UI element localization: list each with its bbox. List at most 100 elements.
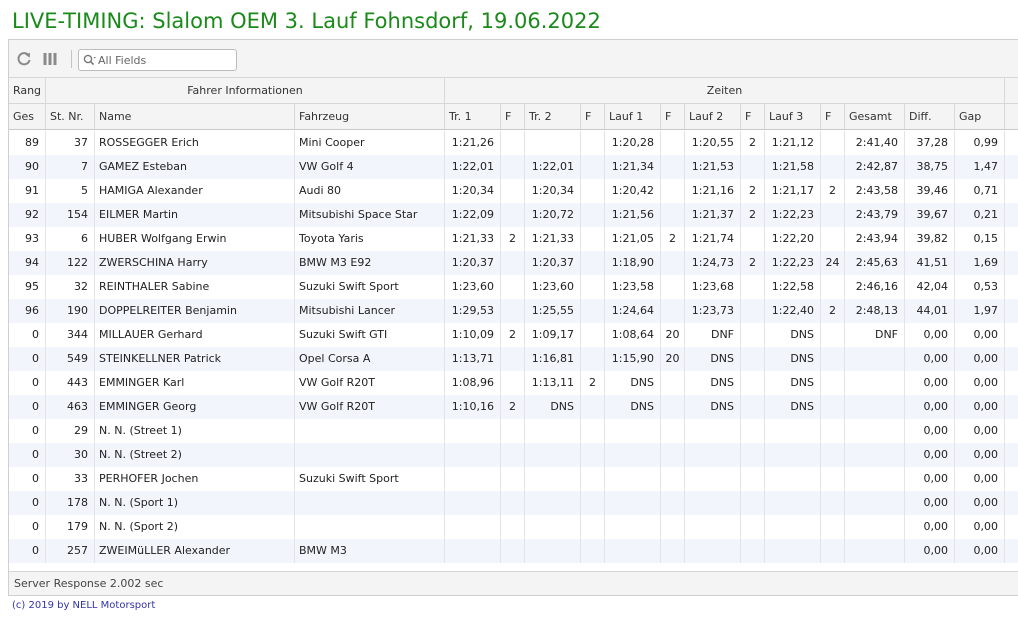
col-f1-cell bbox=[501, 203, 525, 227]
col-lauf2-cell: 1:23,68 bbox=[685, 275, 741, 299]
col-name-cell: ZWERSCHINA Harry bbox=[95, 251, 295, 275]
table-row[interactable]: 94 122 ZWERSCHINA Harry BMW M3 E92 1:20,37 1:… bbox=[9, 251, 1018, 275]
col-diff-cell: 0,00 bbox=[905, 419, 955, 443]
col-gesamt-cell bbox=[845, 515, 905, 539]
col-gesamt-cell bbox=[845, 491, 905, 515]
col-diff-cell: 39,82 bbox=[905, 227, 955, 251]
col-tr1-cell: 1:20,34 bbox=[445, 179, 501, 203]
col-f4-cell bbox=[741, 443, 765, 467]
col-name-cell: N. N. (Sport 1) bbox=[95, 491, 295, 515]
col-f1-cell: 2 bbox=[501, 227, 525, 251]
col-ges-cell: 0 bbox=[9, 539, 46, 563]
col-lauf2-cell bbox=[685, 467, 741, 491]
col-f4-cell bbox=[741, 323, 765, 347]
col-lauf3-cell bbox=[765, 467, 821, 491]
header-name[interactable]: Name bbox=[95, 104, 295, 129]
col-lauf1-cell bbox=[605, 515, 661, 539]
refresh-icon[interactable] bbox=[16, 51, 32, 67]
col-name-cell: MILLAUER Gerhard bbox=[95, 323, 295, 347]
header-lauf3[interactable]: Lauf 3 bbox=[765, 104, 821, 129]
header-diff[interactable]: Diff. bbox=[905, 104, 955, 129]
col-diff-cell: 0,00 bbox=[905, 395, 955, 419]
col-f5-cell: 24 bbox=[821, 251, 845, 275]
col-tr2-cell bbox=[525, 539, 581, 563]
col-fahrzeug-cell: VW Golf R20T bbox=[295, 371, 445, 395]
col-ges-cell: 0 bbox=[9, 323, 46, 347]
col-lauf3-cell: 1:22,40 bbox=[765, 299, 821, 323]
col-st-nr-cell: 179 bbox=[46, 515, 95, 539]
header-gesamt[interactable]: Gesamt bbox=[845, 104, 905, 129]
col-f4-cell bbox=[741, 371, 765, 395]
table-row[interactable]: 0 33 PERHOFER Jochen Suzuki Swift Sport 0,00… bbox=[9, 467, 1018, 491]
table-row[interactable]: 0 549 STEINKELLNER Patrick Opel Corsa A 1:13… bbox=[9, 347, 1018, 371]
col-f2-cell bbox=[581, 203, 605, 227]
table-row[interactable]: 0 463 EMMINGER Georg VW Golf R20T 1:10,16 2 DN… bbox=[9, 395, 1018, 419]
col-name-cell: N. N. (Street 2) bbox=[95, 443, 295, 467]
table-row[interactable]: 0 257 ZWEIMüLLER Alexander BMW M3 0,00 0,00 bbox=[9, 539, 1018, 563]
columns-icon[interactable] bbox=[42, 51, 58, 67]
col-f5-cell bbox=[821, 395, 845, 419]
header-f5[interactable]: F bbox=[821, 104, 845, 129]
table-row[interactable]: 0 29 N. N. (Street 1) 0,00 0,00 bbox=[9, 419, 1018, 443]
col-tr1-cell bbox=[445, 491, 501, 515]
col-gap-cell: 0,71 bbox=[955, 179, 1005, 203]
copyright-link[interactable]: (c) 2019 by NELL Motorsport bbox=[12, 600, 155, 611]
col-name-cell: EMMINGER Karl bbox=[95, 371, 295, 395]
header-gap[interactable]: Gap bbox=[955, 104, 1005, 129]
col-f5-cell bbox=[821, 155, 845, 179]
header-f2[interactable]: F bbox=[581, 104, 605, 129]
col-f2-cell bbox=[581, 251, 605, 275]
col-fahrzeug-cell: VW Golf R20T bbox=[295, 395, 445, 419]
col-fahrzeug-cell: Mitsubishi Space Star bbox=[295, 203, 445, 227]
col-st-nr-cell: 32 bbox=[46, 275, 95, 299]
col-f2-cell bbox=[581, 491, 605, 515]
table-row[interactable]: 0 30 N. N. (Street 2) 0,00 0,00 bbox=[9, 443, 1018, 467]
col-f5-cell bbox=[821, 539, 845, 563]
col-fahrzeug-cell bbox=[295, 515, 445, 539]
col-f4-cell bbox=[741, 467, 765, 491]
col-f2-cell bbox=[581, 227, 605, 251]
col-f4-cell bbox=[741, 419, 765, 443]
header-fahrzeug[interactable]: Fahrzeug bbox=[295, 104, 445, 129]
header-tr1[interactable]: Tr. 1 bbox=[445, 104, 501, 129]
col-name-cell: EILMER Martin bbox=[95, 203, 295, 227]
col-tr2-cell: 1:13,11 bbox=[525, 371, 581, 395]
table-row[interactable]: 0 178 N. N. (Sport 1) 0,00 0,00 bbox=[9, 491, 1018, 515]
col-st-nr-cell: 154 bbox=[46, 203, 95, 227]
col-gap-cell: 1,47 bbox=[955, 155, 1005, 179]
table-row[interactable]: 93 6 HUBER Wolfgang Erwin Toyota Yaris 1:21,… bbox=[9, 227, 1018, 251]
table-row[interactable]: 0 344 MILLAUER Gerhard Suzuki Swift GTI 1:10… bbox=[9, 323, 1018, 347]
table-row[interactable]: 92 154 EILMER Martin Mitsubishi Space Star 1… bbox=[9, 203, 1018, 227]
table-row[interactable]: 91 5 HAMIGA Alexander Audi 80 1:20,34 1:20,34… bbox=[9, 179, 1018, 203]
col-ges-cell: 0 bbox=[9, 491, 46, 515]
header-f4[interactable]: F bbox=[741, 104, 765, 129]
header-f1[interactable]: F bbox=[501, 104, 525, 129]
header-st-nr[interactable]: St. Nr. bbox=[46, 104, 95, 129]
col-tr1-cell bbox=[445, 443, 501, 467]
search-box[interactable] bbox=[78, 49, 237, 71]
col-fahrzeug-cell bbox=[295, 443, 445, 467]
header-lauf2[interactable]: Lauf 2 bbox=[685, 104, 741, 129]
header-lauf1[interactable]: Lauf 1 bbox=[605, 104, 661, 129]
col-name-cell: GAMEZ Esteban bbox=[95, 155, 295, 179]
col-f2-cell bbox=[581, 395, 605, 419]
table-row[interactable]: 0 179 N. N. (Sport 2) 0,00 0,00 bbox=[9, 515, 1018, 539]
search-input[interactable] bbox=[98, 52, 232, 68]
table-row[interactable]: 0 443 EMMINGER Karl VW Golf R20T 1:08,96 1:13… bbox=[9, 371, 1018, 395]
table-row[interactable]: 96 190 DOPPELREITER Benjamin Mitsubishi Lan… bbox=[9, 299, 1018, 323]
header-f3[interactable]: F bbox=[661, 104, 685, 129]
table-row[interactable]: 90 7 GAMEZ Esteban VW Golf 4 1:22,01 1:22,01 1… bbox=[9, 155, 1018, 179]
col-f1-cell bbox=[501, 419, 525, 443]
col-f3-cell bbox=[661, 395, 685, 419]
header-ges[interactable]: Ges bbox=[9, 104, 46, 129]
col-fahrzeug-cell: Suzuki Swift Sport bbox=[295, 275, 445, 299]
table-row[interactable]: 95 32 REINTHALER Sabine Suzuki Swift Sport 1… bbox=[9, 275, 1018, 299]
col-st-nr-cell: 463 bbox=[46, 395, 95, 419]
page-title: LIVE-TIMING: Slalom OEM 3. Lauf Fohnsdor… bbox=[12, 9, 601, 33]
col-f4-cell: 2 bbox=[741, 251, 765, 275]
col-ges-cell: 92 bbox=[9, 203, 46, 227]
table-row[interactable]: 89 37 ROSSEGGER Erich Mini Cooper 1:21,26 1:2… bbox=[9, 131, 1018, 155]
col-lauf2-cell: DNS bbox=[685, 395, 741, 419]
col-lauf2-cell: 1:21,16 bbox=[685, 179, 741, 203]
header-tr2[interactable]: Tr. 2 bbox=[525, 104, 581, 129]
